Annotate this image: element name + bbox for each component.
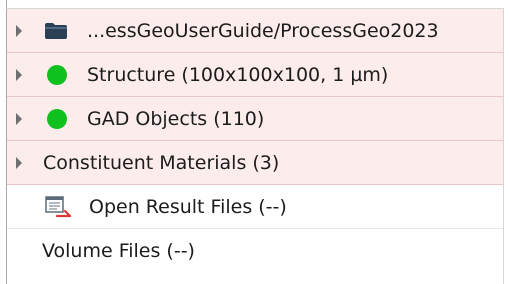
folder-icon bbox=[45, 22, 67, 39]
result-file-icon bbox=[45, 195, 71, 217]
status-dot-icon bbox=[47, 108, 67, 129]
tree-item-constituent-materials[interactable]: Constituent Materials (3) bbox=[7, 141, 503, 185]
tree-item-label: Constituent Materials (3) bbox=[43, 151, 280, 174]
expand-arrow-icon[interactable] bbox=[16, 112, 22, 125]
tree-item-label: Volume Files (--) bbox=[42, 240, 195, 262]
tree-item-volume-files[interactable]: Volume Files (--) bbox=[7, 229, 503, 273]
tree-item-label: ...essGeoUserGuide/ProcessGeo2023 bbox=[87, 19, 439, 42]
tree-item-label: Open Result Files (--) bbox=[89, 195, 287, 218]
status-dot-icon bbox=[47, 64, 67, 85]
expand-arrow-icon[interactable] bbox=[16, 24, 22, 37]
tree-item-project-folder[interactable]: ...essGeoUserGuide/ProcessGeo2023 bbox=[7, 9, 503, 53]
tree-item-open-result-files[interactable]: Open Result Files (--) bbox=[7, 185, 503, 229]
expand-arrow-icon[interactable] bbox=[16, 156, 22, 169]
tree-item-label: Structure (100x100x100, 1 µm) bbox=[87, 63, 389, 86]
project-tree-panel: ...essGeoUserGuide/ProcessGeo2023 Struct… bbox=[0, 0, 510, 284]
tree-item-gad-objects[interactable]: GAD Objects (110) bbox=[7, 97, 503, 141]
tree-item-label: GAD Objects (110) bbox=[87, 107, 265, 130]
expand-arrow-icon[interactable] bbox=[16, 68, 22, 81]
panel-right-border bbox=[503, 8, 504, 284]
tree-item-structure[interactable]: Structure (100x100x100, 1 µm) bbox=[7, 53, 503, 97]
